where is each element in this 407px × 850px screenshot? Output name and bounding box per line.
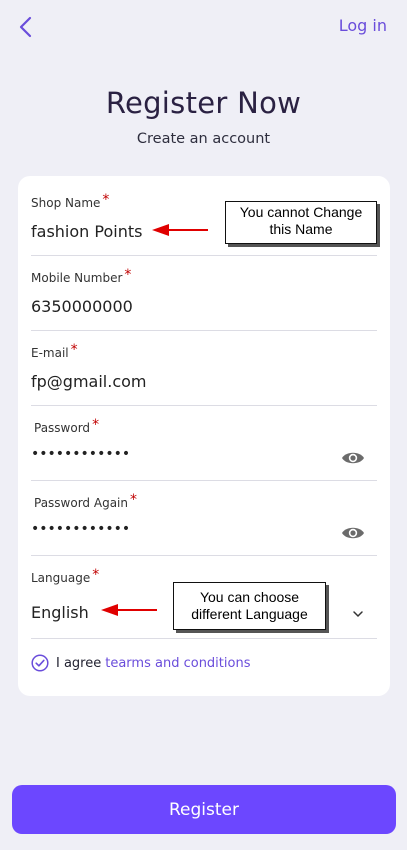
language-note: You can choose different Language [173, 582, 326, 630]
password-field[interactable]: Password * •••••••••••• [31, 417, 377, 482]
required-marker: * [102, 192, 110, 208]
email-field[interactable]: E-mail * fp@gmail.com [31, 342, 377, 407]
divider [31, 255, 377, 256]
page-subtitle: Create an account [136, 131, 271, 147]
eye-icon[interactable] [341, 449, 365, 467]
top-bar: Log in [0, 0, 407, 56]
login-link[interactable]: Log in [339, 16, 387, 35]
divider [31, 405, 377, 406]
page-title: Register Now [105, 86, 302, 120]
password-again-label: Password Again [34, 496, 128, 510]
agree-text: I agree [56, 655, 102, 671]
required-marker: * [129, 492, 137, 508]
eye-icon[interactable] [341, 524, 365, 542]
divider [31, 555, 377, 556]
terms-agreement: I agree tearms and conditions [31, 654, 250, 672]
chevron-left-icon[interactable] [14, 14, 38, 40]
annotation-arrow [152, 224, 208, 236]
terms-link[interactable]: tearms and conditions [105, 656, 250, 671]
password-again-value[interactable]: •••••••••••• [31, 521, 130, 537]
email-value[interactable]: fp@gmail.com [31, 372, 146, 391]
divider [31, 480, 377, 481]
annotation-arrow [101, 604, 157, 616]
divider [31, 638, 377, 639]
shop-name-value[interactable]: fashion Points [31, 222, 142, 241]
required-marker: * [92, 567, 100, 583]
required-marker: * [124, 267, 132, 283]
email-label: E-mail [31, 346, 69, 360]
language-value[interactable]: English [31, 603, 89, 622]
language-label: Language [31, 571, 91, 585]
required-marker: * [70, 342, 78, 358]
chevron-down-icon[interactable] [351, 609, 365, 619]
mobile-number-label: Mobile Number [31, 271, 123, 285]
required-marker: * [92, 417, 100, 433]
password-value[interactable]: •••••••••••• [31, 446, 130, 462]
shop-name-note: You cannot Change this Name [225, 201, 377, 244]
shop-name-label: Shop Name [31, 196, 101, 210]
register-button[interactable]: Register [12, 785, 396, 834]
mobile-number-value[interactable]: 6350000000 [31, 297, 133, 316]
divider [31, 330, 377, 331]
password-label: Password [34, 421, 91, 435]
check-circle-icon[interactable] [31, 654, 49, 672]
mobile-number-field[interactable]: Mobile Number * 6350000000 [31, 267, 377, 332]
password-again-field[interactable]: Password Again * •••••••••••• [31, 492, 377, 557]
